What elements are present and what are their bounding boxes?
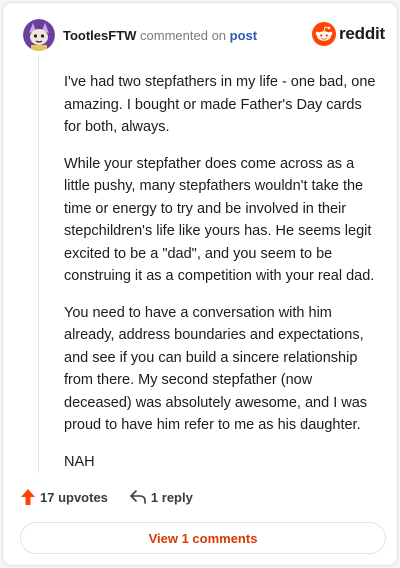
reddit-snoo-icon [311, 22, 336, 46]
comment-actions: 17 upvotes 1 reply [21, 487, 193, 507]
post-link[interactable]: post [230, 28, 257, 43]
view-comments-button[interactable]: View 1 comments [20, 522, 386, 554]
thread-line[interactable] [38, 55, 39, 473]
comment-header: TootlesFTW commented on post reddit [19, 17, 387, 53]
upvote-button[interactable]: 17 upvotes [21, 489, 108, 505]
reddit-logo[interactable]: reddit [311, 21, 385, 47]
username-link[interactable]: TootlesFTW [63, 28, 136, 43]
reddit-wordmark: reddit [338, 24, 385, 43]
upvote-arrow-icon [21, 489, 35, 505]
reply-count: 1 reply [150, 489, 193, 505]
comment-paragraph: You need to have a conversation with him… [64, 304, 368, 434]
user-avatar[interactable] [23, 19, 55, 51]
reply-button[interactable]: 1 reply [130, 490, 193, 505]
comment-meta: TootlesFTW commented on post [63, 28, 257, 43]
comment-paragraph: While your stepfather does come across a… [64, 155, 375, 285]
commented-on-text: commented on [140, 28, 227, 43]
avatar-image [23, 19, 55, 51]
comment-card: TootlesFTW commented on post reddit I've… [2, 2, 398, 566]
comment-paragraph: I've had two stepfathers in my life - on… [64, 74, 376, 135]
comment-body: I've had two stepfathers in my life - on… [64, 71, 376, 487]
reply-arrow-icon [130, 490, 146, 504]
comment-paragraph: NAH [64, 453, 95, 470]
upvote-count: 17 upvotes [40, 489, 108, 505]
